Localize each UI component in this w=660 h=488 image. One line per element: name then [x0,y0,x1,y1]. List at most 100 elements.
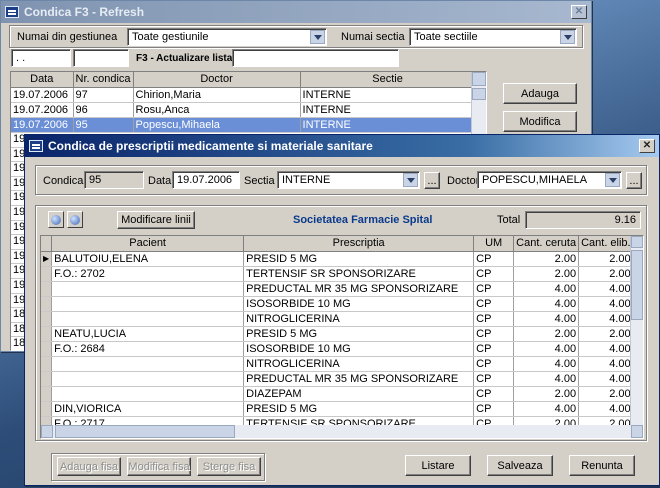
add-sheet-label: Adauga fisa [59,460,119,473]
close-icon[interactable]: ✕ [639,139,655,153]
prescription-titlebar: Condica de prescriptii medicamente si ma… [25,135,659,157]
column-header[interactable]: Prescriptia [243,236,475,252]
column-header[interactable]: Pacient [51,236,245,252]
column-header[interactable]: Doctor [133,72,301,88]
cell-data: 19.07.2006 [11,87,74,103]
cell-cant-ceruta: 2.00 [513,251,580,267]
table-row[interactable]: PREDUCTAL MR 35 MG SPONSORIZARE CP 4.00 4.0… [41,281,634,297]
column-header[interactable]: Data [11,72,74,88]
print-button[interactable]: Listare [405,455,471,476]
date-field[interactable]: 19.07.2006 [172,171,240,189]
gestiune-select[interactable]: Toate gestiunile [127,28,327,46]
modify-lines-button[interactable]: Modificare linii [117,211,195,229]
table-row[interactable]: 19.07.2006 96 Rosu,Anca INTERNE [11,102,476,118]
sectia-select[interactable]: INTERNE [277,171,420,189]
modify-sheet-button[interactable]: Modifica fisa [127,457,191,476]
chevron-down-icon[interactable] [605,173,620,187]
grid-header-row: Pacient Prescriptia UM Cant. ceruta Cant… [41,236,634,252]
grid-hscrollbar[interactable] [41,425,643,438]
cell-doctor: Chirion,Maria [133,87,301,103]
condica-number-value: 95 [89,174,102,186]
column-header[interactable]: Nr. condica [73,72,134,88]
cell-pacient [51,356,245,372]
row-indicator [41,371,53,387]
close-icon[interactable]: ✕ [571,5,587,19]
adauga-button[interactable]: Adauga [503,83,577,104]
chevron-down-icon[interactable] [310,30,325,44]
print-label: Listare [421,459,455,472]
table-row[interactable]: DIN,VIORICA PRESID 5 MG CP 4.00 4.00 [41,401,634,417]
save-button[interactable]: Salveaza [487,455,553,476]
scroll-up-icon[interactable] [631,236,643,248]
list-header-row: Data Nr. condica Doctor Sectie [11,72,476,88]
doctor-select[interactable]: POPESCU,MIHAELA [477,171,622,189]
add-sheet-button[interactable]: Adauga fisa [57,457,121,476]
cell-um: CP [473,281,515,297]
cell-pacient [51,386,245,402]
row-indicator [41,296,53,312]
cell-cant-ceruta: 2.00 [513,326,580,342]
scroll-left-icon[interactable] [41,425,53,438]
prescription-window: Condica de prescriptii medicamente si ma… [24,134,660,486]
table-row[interactable]: NEATU,LUCIA PRESID 5 MG CP 2.00 2.00 [41,326,634,342]
cell-cant-ceruta: 2.00 [513,386,580,402]
cell-nr: 96 [73,102,134,118]
scroll-right-icon[interactable] [631,425,643,438]
table-row-selected[interactable]: 19.07.2006 95 Popescu,Mihaela INTERNE [11,117,476,133]
scroll-thumb[interactable] [631,250,643,320]
cell-um: CP [473,341,515,357]
grid-vscrollbar[interactable] [630,236,643,426]
column-header[interactable]: Sectie [300,72,476,88]
nr-search-input[interactable] [73,49,129,67]
sectia-lookup-button[interactable]: ... [424,172,440,189]
gestiune-select-value: Toate gestiunile [132,31,209,43]
cell-um: CP [473,356,515,372]
table-row[interactable]: DIAZEPAM CP 2.00 2.00 [41,386,634,402]
delete-sheet-button[interactable]: Sterge fisa [197,457,261,476]
column-header[interactable]: Cant. ceruta [513,236,580,252]
cell-um: CP [473,401,515,417]
cell-pacient [51,371,245,387]
table-row[interactable]: F.O.: 2702 TERTENSIF SR SPONSORIZARE CP 2.0… [41,266,634,282]
cell-prescriptie: PREDUCTAL MR 35 MG SPONSORIZARE [243,371,475,387]
modifica-button[interactable]: Modifica [503,111,577,132]
prescription-grid[interactable]: Pacient Prescriptia UM Cant. ceruta Cant… [40,235,644,439]
cell-prescriptie: PRESID 5 MG [243,401,475,417]
cell-cant-elib: 2.00 [578,386,634,402]
row-indicator [41,341,53,357]
app-icon [5,6,19,18]
cell-um: CP [473,311,515,327]
column-header[interactable]: Cant. elib. [578,236,634,252]
cell-pacient: BALUTOIU,ELENA [51,251,245,267]
sectie-search-input[interactable] [232,49,399,67]
cell-pacient: F.O.: 2702 [51,266,245,282]
scroll-up-icon[interactable] [472,72,486,86]
cancel-button[interactable]: Renunta [569,455,635,476]
current-row-indicator-icon: ▶ [41,251,53,267]
date-search-input[interactable]: . . [11,49,71,67]
table-row[interactable]: ISOSORBIDE 10 MG CP 4.00 4.00 [41,296,634,312]
scroll-thumb[interactable] [472,88,486,100]
refresh-icon[interactable] [48,211,64,228]
hscroll-thumb[interactable] [55,425,235,438]
cell-sectie: INTERNE [300,87,476,103]
cell-um: CP [473,386,515,402]
doctor-select-value: POPESCU,MIHAELA [482,174,588,186]
table-row[interactable]: F.O.: 2684 ISOSORBIDE 10 MG CP 4.00 4.00 [41,341,634,357]
window-title: Condica de prescriptii medicamente si ma… [48,139,373,153]
chevron-down-icon[interactable] [403,173,418,187]
doctor-lookup-button[interactable]: ... [626,172,642,189]
table-row[interactable]: NITROGLICERINA CP 4.00 4.00 [41,311,634,327]
table-row[interactable]: ▶ BALUTOIU,ELENA PRESID 5 MG CP 2.00 2.00 [41,251,634,267]
column-header[interactable]: UM [473,236,515,252]
table-row[interactable]: 19.07.2006 97 Chirion,Maria INTERNE [11,87,476,103]
cell-cant-ceruta: 4.00 [513,401,580,417]
chevron-down-icon[interactable] [560,30,575,44]
cell-prescriptie: TERTENSIF SR SPONSORIZARE [243,266,475,282]
table-row[interactable]: PREDUCTAL MR 35 MG SPONSORIZARE CP 4.00 4.0… [41,371,634,387]
info-icon[interactable] [67,211,83,228]
cell-nr: 95 [73,117,134,133]
sectia-filter-select[interactable]: Toate sectiile [409,28,577,46]
table-row[interactable]: NITROGLICERINA CP 4.00 4.00 [41,356,634,372]
row-indicator [41,401,53,417]
